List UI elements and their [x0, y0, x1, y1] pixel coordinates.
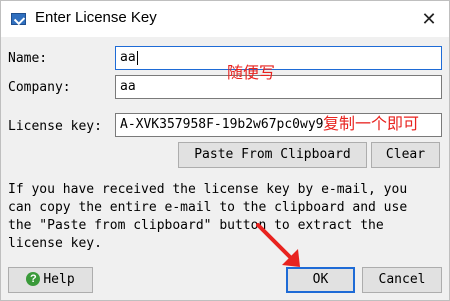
title-bar: Enter License Key ✕ [1, 1, 449, 37]
clear-button[interactable]: Clear [371, 142, 440, 168]
pointer-arrow-icon [256, 223, 300, 267]
company-value: aa [120, 79, 136, 94]
name-annotation: 随便写 [227, 63, 276, 82]
license-app-icon [11, 13, 26, 25]
info-line: can copy the entire e-mail to the clipbo… [8, 200, 408, 215]
info-text: If you have received the license key by … [8, 181, 444, 253]
company-field[interactable]: aa [115, 75, 442, 99]
name-label: Name: [8, 51, 48, 66]
help-icon: ? [26, 271, 41, 286]
license-annotation: 复制一个即可 [323, 114, 420, 133]
info-line: license key. [8, 236, 102, 251]
cancel-button[interactable]: Cancel [362, 267, 442, 293]
paste-from-clipboard-button[interactable]: Paste From Clipboard [178, 142, 367, 168]
name-value: aa [120, 50, 136, 65]
info-line: If you have received the license key by … [8, 182, 408, 197]
dialog-title: Enter License Key [35, 9, 157, 26]
help-button[interactable]: ? Help [8, 267, 93, 293]
license-dialog: Enter License Key ✕ Name: aa Company: aa… [0, 0, 450, 301]
company-label: Company: [8, 80, 71, 95]
name-field[interactable]: aa [115, 46, 442, 70]
text-caret [136, 50, 138, 65]
info-line: the "Paste from clipboard" button to ext… [8, 218, 384, 233]
help-button-label: Help [43, 272, 75, 287]
close-icon[interactable]: ✕ [415, 5, 443, 33]
license-key-value: A-XVK357958F-19b2w67pc0wy9 [120, 117, 324, 132]
license-key-label: License key: [8, 119, 102, 134]
